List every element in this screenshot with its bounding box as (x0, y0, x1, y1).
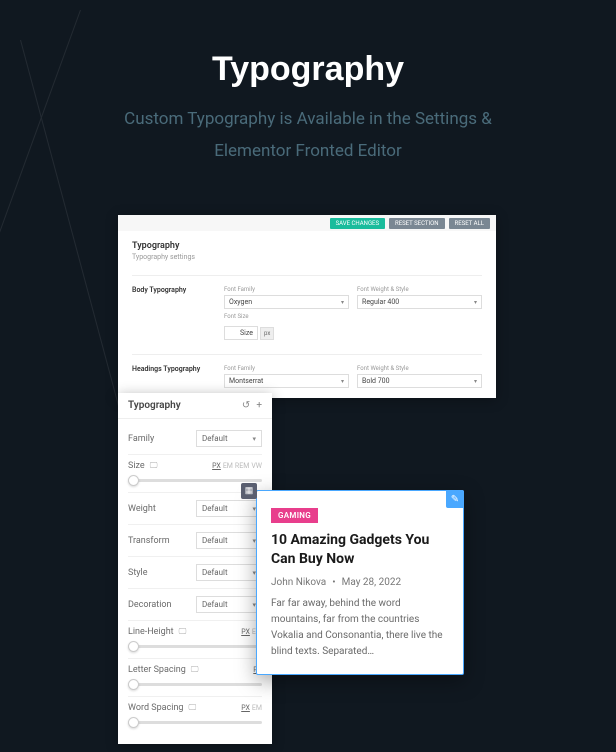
decoration-label: Decoration (128, 600, 172, 610)
body-typography-label: Body Typography (132, 286, 224, 340)
card-meta: John Nikova • May 28, 2022 (271, 577, 449, 588)
responsive-icon[interactable]: 🖵 (179, 627, 187, 637)
slider-knob[interactable] (128, 679, 139, 690)
letterspacing-slider[interactable] (128, 683, 262, 686)
decoration-row: Decoration Default (128, 589, 262, 621)
font-family-label: Font Family (224, 286, 349, 293)
wordspacing-label: Word Spacing🖵 (128, 703, 196, 713)
style-row: Style Default (128, 557, 262, 589)
reset-all-button[interactable]: RESET ALL (449, 218, 490, 229)
elementor-panel-header: Typography ↺ + (118, 393, 272, 419)
weight-value: Default (202, 504, 228, 513)
responsive-icon[interactable]: 🖵 (188, 703, 196, 713)
post-date: May 28, 2022 (342, 577, 401, 588)
subtitle-line-2: Elementor Fronted Editor (214, 141, 402, 161)
body-typography-row: Body Typography Font Family Oxygen Font … (132, 275, 482, 340)
font-weight-value: Bold 700 (362, 377, 390, 385)
subtitle-line-1: Custom Typography is Available in the Se… (124, 109, 492, 129)
page-title: Typography (0, 0, 616, 89)
elementor-panel-title: Typography (128, 400, 181, 411)
separator-dot: • (332, 577, 335, 588)
transform-value: Default (202, 536, 228, 545)
font-size-unit[interactable]: px (260, 327, 274, 340)
lineheight-label: Line-Height🖵 (128, 627, 186, 637)
font-weight-select[interactable]: Bold 700 (357, 374, 482, 388)
font-family-label: Font Family (224, 365, 349, 372)
font-family-select[interactable]: Oxygen (224, 295, 349, 309)
headings-typography-label: Headings Typography (132, 365, 224, 388)
lineheight-row: Line-Height🖵 PX EM (128, 621, 262, 659)
font-size-label: Font Size (224, 313, 349, 320)
font-weight-label: Font Weight & Style (357, 365, 482, 372)
typography-settings-panel: SAVE CHANGES RESET SECTION RESET ALL Typ… (118, 215, 496, 398)
style-value: Default (202, 568, 228, 577)
settings-section-subtitle: Typography settings (132, 253, 482, 261)
letterspacing-label: Letter Spacing🖵 (128, 665, 199, 675)
weight-select[interactable]: Default (196, 500, 262, 517)
card-excerpt: Far far away, behind the word mountains,… (271, 596, 449, 660)
responsive-icon[interactable]: 🖵 (150, 461, 158, 471)
unit-px[interactable]: PX (241, 628, 250, 636)
author-name: John Nikova (271, 577, 326, 588)
slider-knob[interactable] (128, 641, 139, 652)
slider-knob[interactable] (128, 475, 139, 486)
weight-label: Weight (128, 504, 156, 514)
drag-handle-icon[interactable]: ▦ (241, 483, 257, 499)
slider-knob[interactable] (128, 717, 139, 728)
unit-vw[interactable]: VW (251, 462, 262, 470)
family-row: Family Default (128, 423, 262, 455)
family-value: Default (202, 434, 228, 443)
settings-toolbar: SAVE CHANGES RESET SECTION RESET ALL (118, 215, 496, 231)
style-select[interactable]: Default (196, 564, 262, 581)
size-label: Size🖵 (128, 461, 157, 471)
font-weight-label: Font Weight & Style (357, 286, 482, 293)
page-subtitle: Custom Typography is Available in the Se… (0, 103, 616, 168)
lineheight-slider[interactable] (128, 645, 262, 648)
style-label: Style (128, 568, 148, 578)
wordspacing-slider[interactable] (128, 721, 262, 724)
transform-row: Transform Default (128, 525, 262, 557)
font-weight-value: Regular 400 (362, 298, 399, 306)
font-family-value: Oxygen (229, 298, 252, 306)
letterspacing-row: Letter Spacing🖵 PX (128, 659, 262, 697)
unit-em[interactable]: EM (252, 704, 262, 712)
transform-label: Transform (128, 536, 170, 546)
edit-icon[interactable]: ✎ (446, 490, 464, 508)
elementor-typography-panel: Typography ↺ + Family Default Size🖵 PX E… (118, 393, 272, 744)
category-badge[interactable]: GAMING (271, 508, 318, 523)
settings-section-title: Typography (132, 241, 482, 251)
decoration-select[interactable]: Default (196, 596, 262, 613)
font-family-value: Montserrat (229, 377, 263, 385)
card-title: 10 Amazing Gadgets You Can Buy Now (271, 531, 449, 569)
undo-icon[interactable]: ↺ (242, 400, 250, 411)
unit-em[interactable]: EM (223, 462, 233, 470)
decoration-value: Default (202, 600, 228, 609)
family-label: Family (128, 434, 154, 444)
font-size-input[interactable]: Size (224, 326, 258, 340)
preview-card[interactable]: ▦ ✎ GAMING 10 Amazing Gadgets You Can Bu… (256, 490, 464, 675)
add-icon[interactable]: + (256, 400, 262, 411)
unit-px[interactable]: PX (241, 704, 250, 712)
unit-rem[interactable]: REM (235, 462, 249, 470)
font-weight-select[interactable]: Regular 400 (357, 295, 482, 309)
font-family-select[interactable]: Montserrat (224, 374, 349, 388)
wordspacing-row: Word Spacing🖵 PX EM (128, 697, 262, 734)
responsive-icon[interactable]: 🖵 (191, 665, 199, 675)
headings-typography-row: Headings Typography Font Family Montserr… (132, 354, 482, 388)
size-slider[interactable] (128, 479, 262, 482)
unit-px[interactable]: PX (212, 462, 221, 470)
family-select[interactable]: Default (196, 430, 262, 447)
reset-section-button[interactable]: RESET SECTION (389, 218, 445, 229)
transform-select[interactable]: Default (196, 532, 262, 549)
save-changes-button[interactable]: SAVE CHANGES (330, 218, 385, 229)
